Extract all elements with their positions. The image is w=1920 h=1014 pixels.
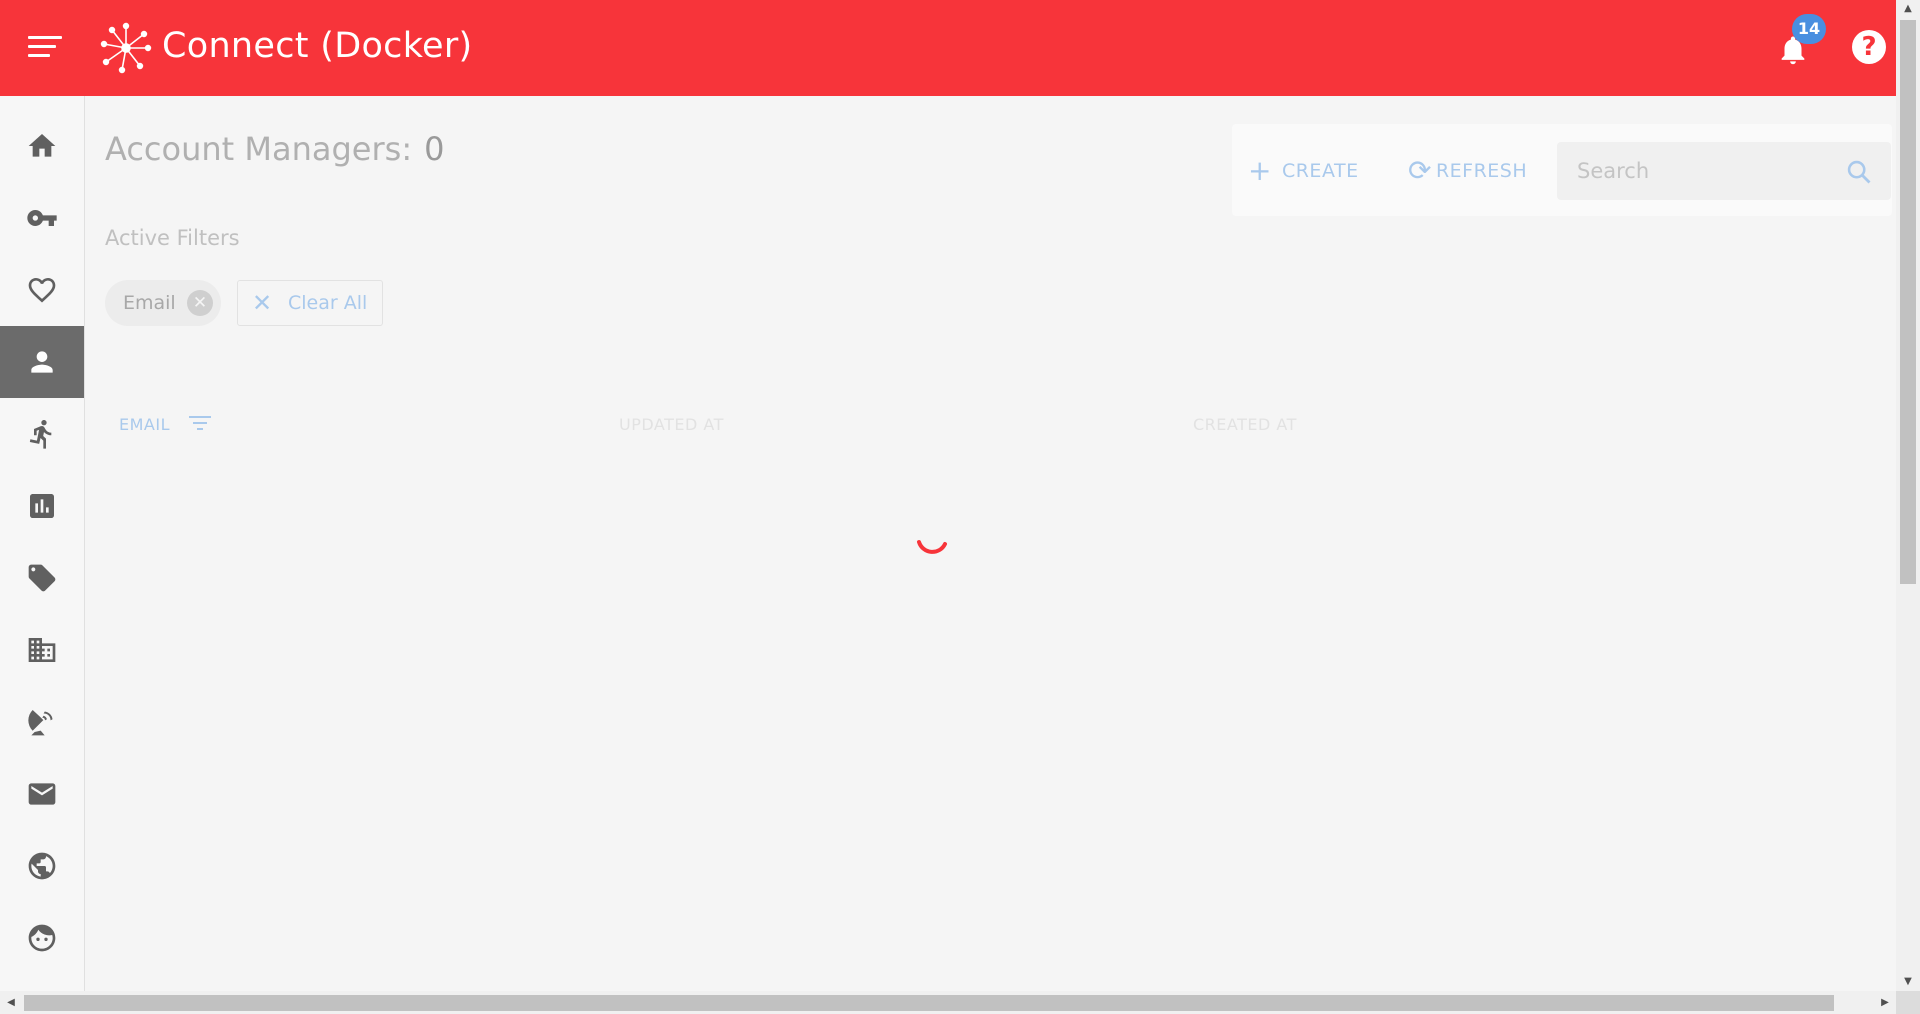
key-icon — [27, 210, 57, 226]
clear-all-label: Clear All — [288, 292, 368, 314]
create-button[interactable]: + CREATE — [1248, 154, 1359, 187]
list-toolbar: + CREATE ⟳ REFRESH — [1232, 124, 1892, 216]
record-count: 0 — [424, 130, 445, 168]
vertical-scrollbar[interactable]: ▲ ▼ — [1896, 0, 1920, 991]
horizontal-scroll-thumb[interactable] — [24, 995, 1834, 1011]
scroll-right-icon[interactable]: ▶ — [1874, 991, 1896, 1014]
heart-icon — [28, 278, 56, 303]
search-icon[interactable] — [1845, 158, 1873, 186]
page-title-label: Account Managers: — [105, 130, 413, 168]
main-content: Account Managers: 0 + CREATE ⟳REFRESH Acti… — [85, 96, 1896, 991]
sidebar-item-home[interactable] — [0, 110, 84, 182]
filter-list-icon[interactable] — [189, 414, 211, 432]
column-header-created-at[interactable]: CREATED AT — [1193, 415, 1297, 434]
clear-all-button[interactable]: ✕ Clear All — [237, 280, 383, 326]
sidebar-item-keys[interactable] — [0, 182, 84, 254]
search-input[interactable] — [1575, 158, 1839, 184]
sidebar-item-activity[interactable] — [0, 398, 84, 470]
building-icon — [28, 638, 56, 662]
sidebar-item-organizations[interactable] — [0, 614, 84, 686]
plus-icon: + — [1248, 154, 1272, 187]
connect-logo-icon — [100, 22, 152, 74]
sidebar-item-tags[interactable] — [0, 542, 84, 614]
sidebar-item-favorites[interactable] — [0, 254, 84, 326]
page-title: Account Managers: 0 — [105, 130, 444, 168]
mail-icon — [28, 783, 56, 805]
sidebar-item-reports[interactable] — [0, 470, 84, 542]
sidebar-item-broadcast[interactable] — [0, 686, 84, 758]
satellite-dish-icon — [28, 710, 53, 736]
running-person-icon — [29, 419, 52, 449]
active-filters-label: Active Filters — [105, 226, 240, 250]
refresh-button-label: REFRESH — [1435, 160, 1528, 182]
horizontal-scrollbar[interactable]: ◀ ▶ — [0, 991, 1896, 1014]
close-icon: ✕ — [252, 289, 273, 317]
home-icon — [28, 134, 56, 157]
sidebar — [0, 96, 85, 991]
scroll-left-icon[interactable]: ◀ — [0, 991, 22, 1014]
globe-icon — [28, 852, 56, 880]
column-header-updated-at[interactable]: UPDATED AT — [619, 415, 724, 434]
scroll-up-icon[interactable]: ▲ — [1896, 0, 1920, 18]
refresh-icon: ⟳ — [1408, 154, 1432, 187]
sidebar-item-users[interactable] — [0, 902, 84, 974]
face-icon — [28, 924, 56, 952]
remove-filter-icon[interactable]: ✕ — [187, 290, 213, 316]
person-icon — [31, 351, 53, 373]
scrollbar-corner — [1896, 991, 1920, 1014]
sidebar-item-account-managers[interactable] — [0, 326, 84, 398]
menu-icon[interactable] — [28, 36, 62, 62]
filter-chip-email: Email ✕ — [105, 280, 221, 326]
column-header-email[interactable]: EMAIL — [119, 415, 170, 434]
tag-icon — [28, 564, 56, 592]
sidebar-item-global[interactable] — [0, 830, 84, 902]
sidebar-item-mail[interactable] — [0, 758, 84, 830]
search-box — [1557, 142, 1891, 200]
app-title: Connect (Docker) — [162, 26, 473, 66]
refresh-button[interactable]: ⟳ REFRESH — [1408, 154, 1527, 187]
scroll-down-icon[interactable]: ▼ — [1896, 973, 1920, 991]
notification-count-badge[interactable]: 14 — [1792, 14, 1826, 44]
vertical-scroll-thumb[interactable] — [1900, 20, 1916, 584]
filter-chip-label: Email — [123, 292, 176, 314]
create-button-label: CREATE — [1281, 160, 1359, 182]
top-app-bar: Connect (Docker) 14 ? — [0, 0, 1896, 96]
loading-spinner-icon — [917, 540, 947, 554]
help-icon[interactable]: ? — [1852, 30, 1886, 64]
bar-chart-icon — [30, 494, 54, 518]
